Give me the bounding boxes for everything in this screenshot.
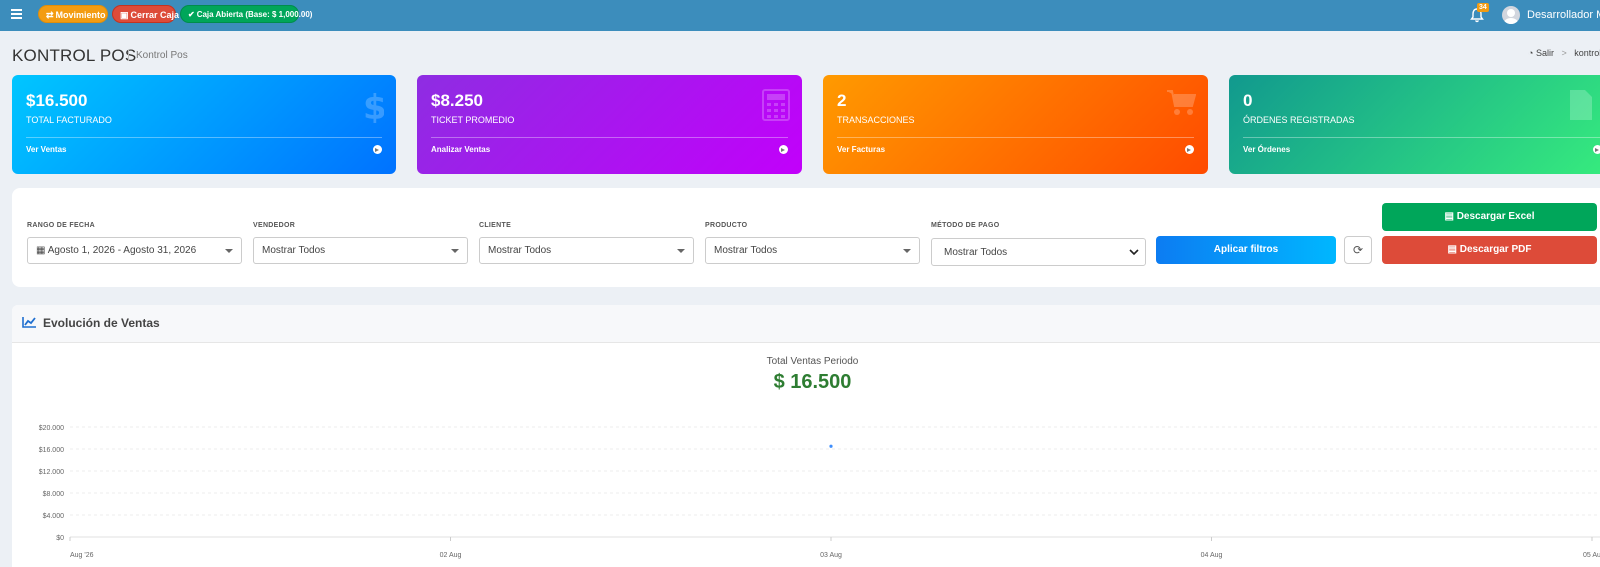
date-range-picker[interactable]: ▦ Agosto 1, 2026 - Agosto 31, 2026 [27, 237, 242, 264]
stat-card-transacciones: 2 TRANSACCIONES Ver Facturas [823, 75, 1208, 174]
x-tick-label: 04 Aug [1201, 552, 1223, 559]
breadcrumb-current: kontrol [1574, 48, 1600, 58]
y-tick-label: $16.000 [39, 447, 64, 454]
avatar[interactable] [1502, 6, 1520, 24]
caret-down-icon [451, 249, 459, 253]
calendar-icon: ▦ [36, 245, 46, 256]
lock-icon: ▣ [120, 10, 129, 20]
divider [1243, 137, 1600, 138]
top-navbar: ⇄ Movimiento ▣ Cerrar Caja ✔ Caja Abierta (… [0, 0, 1600, 31]
stat-label: ÓRDENES REGISTRADAS [1243, 115, 1355, 125]
divider [26, 137, 382, 138]
stat-value: $16.500 [26, 91, 88, 110]
check-circle-icon: ✔ [188, 10, 195, 19]
stat-value: $8.250 [431, 91, 483, 110]
calculator-icon [762, 89, 790, 121]
vendedor-select[interactable]: Mostrar Todos [253, 237, 468, 264]
chart-title: Evolución de Ventas [43, 316, 160, 330]
metodo-pago-select[interactable]: Mostrar Todos [931, 238, 1146, 266]
download-pdf-button[interactable]: ▤ Descargar PDF [1382, 236, 1597, 264]
stat-label: TICKET PROMEDIO [431, 115, 515, 125]
hamburger-menu-icon[interactable] [11, 9, 22, 19]
ver-ordenes-link[interactable]: Ver Órdenes [1243, 145, 1290, 154]
stat-value: 2 [837, 91, 847, 110]
date-range-label: RANGO DE FECHA [27, 222, 95, 229]
divider [431, 137, 788, 138]
dashboard-icon: ◔ [1528, 48, 1534, 58]
chevron-down-icon [1129, 249, 1139, 256]
breadcrumb: ◔ Salir > kontrol [1528, 48, 1600, 58]
breadcrumb-separator: > [1561, 48, 1567, 58]
analizar-ventas-link[interactable]: Analizar Ventas [431, 145, 490, 154]
y-tick-label: $0 [56, 535, 64, 542]
y-tick-label: $4.000 [43, 513, 65, 520]
stat-label: TOTAL FACTURADO [26, 115, 112, 125]
total-ventas-value: $ 16.500 [773, 371, 852, 393]
y-tick-label: $8.000 [43, 491, 65, 498]
x-tick-label: 03 Aug [820, 552, 842, 559]
user-name[interactable]: Desarrollador Mas [1527, 9, 1600, 21]
document-icon [1570, 90, 1592, 120]
stat-card-ordenes: 0 ÓRDENES REGISTRADAS Ver Órdenes [1229, 75, 1600, 174]
y-tick-label: $20.000 [39, 425, 64, 432]
producto-select[interactable]: Mostrar Todos [705, 237, 920, 264]
vendedor-label: VENDEDOR [253, 222, 296, 229]
stat-label: TRANSACCIONES [837, 115, 915, 125]
movimiento-button[interactable]: ⇄ Movimiento [38, 5, 108, 23]
x-tick-label: 02 Aug [440, 552, 462, 559]
total-ventas-label: Total Ventas Periodo [766, 356, 859, 367]
page-title: KONTROL POS [12, 46, 137, 65]
stat-value: 0 [1243, 91, 1253, 110]
arrow-circle-right-icon[interactable] [373, 145, 382, 154]
caret-down-icon [677, 249, 685, 253]
metodo-pago-label: MÉTODO DE PAGO [931, 222, 1000, 229]
notification-badge: 34 [1477, 3, 1489, 12]
y-tick-label: $12.000 [39, 469, 64, 476]
cerrar-caja-button[interactable]: ▣ Cerrar Caja [112, 5, 179, 23]
svg-text:$: $ [363, 89, 384, 123]
ver-facturas-link[interactable]: Ver Facturas [837, 145, 885, 154]
caret-down-icon [225, 249, 233, 253]
dollar-icon: $ [363, 89, 384, 123]
stat-card-total-facturado: $16.500 TOTAL FACTURADO $ Ver Ventas [12, 75, 396, 174]
stat-card-ticket-promedio: $8.250 TICKET PROMEDIO Analizar Ventas [417, 75, 802, 174]
exchange-icon: ⇄ [46, 10, 54, 20]
cart-icon [1167, 90, 1196, 115]
chart-panel-header [12, 305, 1600, 343]
line-chart-icon [22, 317, 36, 328]
arrow-circle-right-icon[interactable] [1185, 145, 1194, 154]
refresh-icon: ⟳ [1352, 243, 1364, 257]
caja-status-badge: ✔ Caja Abierta (Base: $ 1,000.00) [180, 5, 312, 23]
x-tick-label: 05 Au [1583, 552, 1600, 559]
file-excel-icon: ▤ [1444, 211, 1457, 222]
cliente-label: CLIENTE [479, 222, 512, 229]
arrow-circle-right-icon[interactable] [1593, 145, 1600, 154]
file-pdf-icon: ▤ [1447, 244, 1460, 255]
refresh-button[interactable]: ⟳ [1344, 236, 1372, 264]
page-subtitle: Kontrol Pos [128, 50, 188, 61]
breadcrumb-salir[interactable]: Salir [1536, 48, 1554, 58]
download-excel-button[interactable]: ▤ Descargar Excel [1382, 203, 1597, 231]
caret-down-icon [903, 249, 911, 253]
x-tick-label: Aug '26 [70, 552, 94, 559]
apply-filters-button[interactable]: Aplicar filtros [1156, 236, 1336, 264]
cliente-select[interactable]: Mostrar Todos [479, 237, 694, 264]
data-point[interactable] [829, 444, 833, 448]
sales-line-chart: $0 $4.000 $8.000 $12.000 $16.000 $20.000 Aug '… [39, 425, 1600, 559]
divider [837, 137, 1194, 138]
ver-ventas-link[interactable]: Ver Ventas [26, 145, 66, 154]
arrow-circle-right-icon[interactable] [779, 145, 788, 154]
producto-label: PRODUCTO [705, 222, 748, 229]
